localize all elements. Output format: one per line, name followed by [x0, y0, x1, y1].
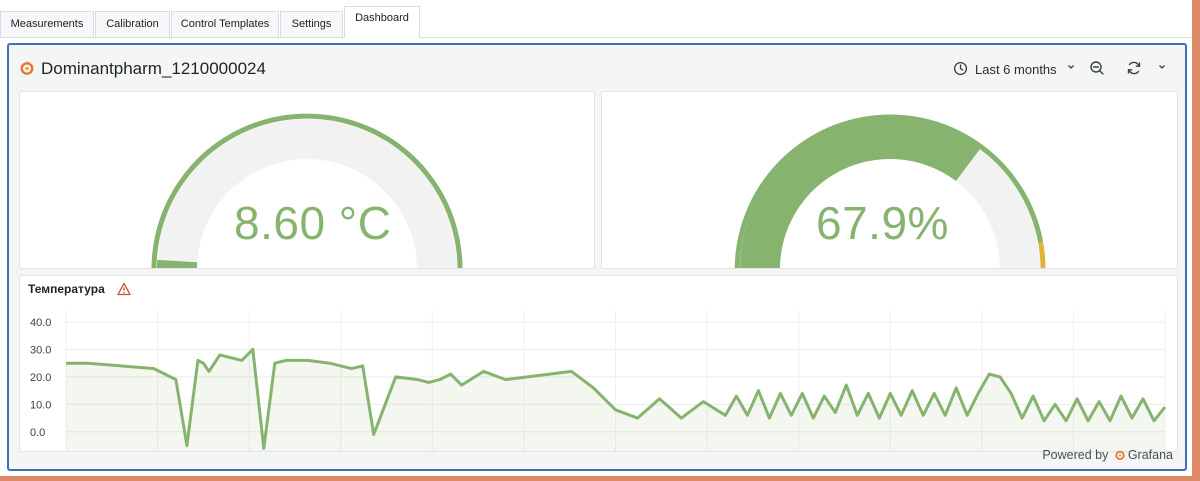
temperature-chart-panel: Температура 40.0 30.0 20.0 10.0 0.0	[19, 275, 1178, 452]
refresh-interval-chevron-icon[interactable]	[1157, 62, 1167, 72]
tab-bar: Measurements Calibration Control Templat…	[0, 0, 1192, 38]
chevron-down-icon[interactable]	[1066, 62, 1076, 72]
grafana-dashboard: Dominantpharm_1210000024 Last 6 months 8…	[7, 43, 1187, 471]
temperature-chart: 40.0 30.0 20.0 10.0 0.0	[30, 311, 1167, 451]
grafana-footer-logo-icon	[1115, 450, 1125, 461]
dashboard-header: Dominantpharm_1210000024 Last 6 months	[9, 45, 1185, 91]
y-tick-label: 30.0	[30, 344, 51, 356]
temperature-value: 8.60 °C	[234, 197, 392, 249]
tab-calibration[interactable]: Calibration	[95, 11, 170, 37]
tab-measurements[interactable]: Measurements	[0, 11, 94, 37]
zoom-out-icon[interactable]	[1089, 60, 1105, 76]
y-tick-label: 40.0	[30, 317, 51, 329]
refresh-icon[interactable]	[1126, 60, 1142, 76]
humidity-gauge-panel: 67.9%	[601, 91, 1178, 269]
app-window: Measurements Calibration Control Templat…	[0, 0, 1192, 476]
grafana-logo-icon	[20, 61, 34, 75]
tab-control-templates[interactable]: Control Templates	[171, 11, 279, 37]
y-tick-label: 10.0	[30, 399, 51, 411]
time-range-picker[interactable]: Last 6 months	[975, 62, 1057, 77]
grafana-brand-label: Grafana	[1127, 448, 1173, 462]
temperature-gauge-panel: 8.60 °C	[19, 91, 595, 269]
dashboard-title: Dominantpharm_1210000024	[41, 59, 266, 78]
humidity-value: 67.9%	[816, 197, 949, 249]
tab-settings[interactable]: Settings	[280, 11, 343, 37]
y-tick-label: 20.0	[30, 372, 51, 384]
tab-dashboard[interactable]: Dashboard	[344, 6, 420, 38]
powered-by-footer: Powered by Grafana	[1042, 448, 1173, 462]
clock-icon[interactable]	[953, 61, 968, 76]
y-tick-label: 0.0	[30, 427, 45, 439]
powered-by-label: Powered by	[1042, 448, 1109, 462]
